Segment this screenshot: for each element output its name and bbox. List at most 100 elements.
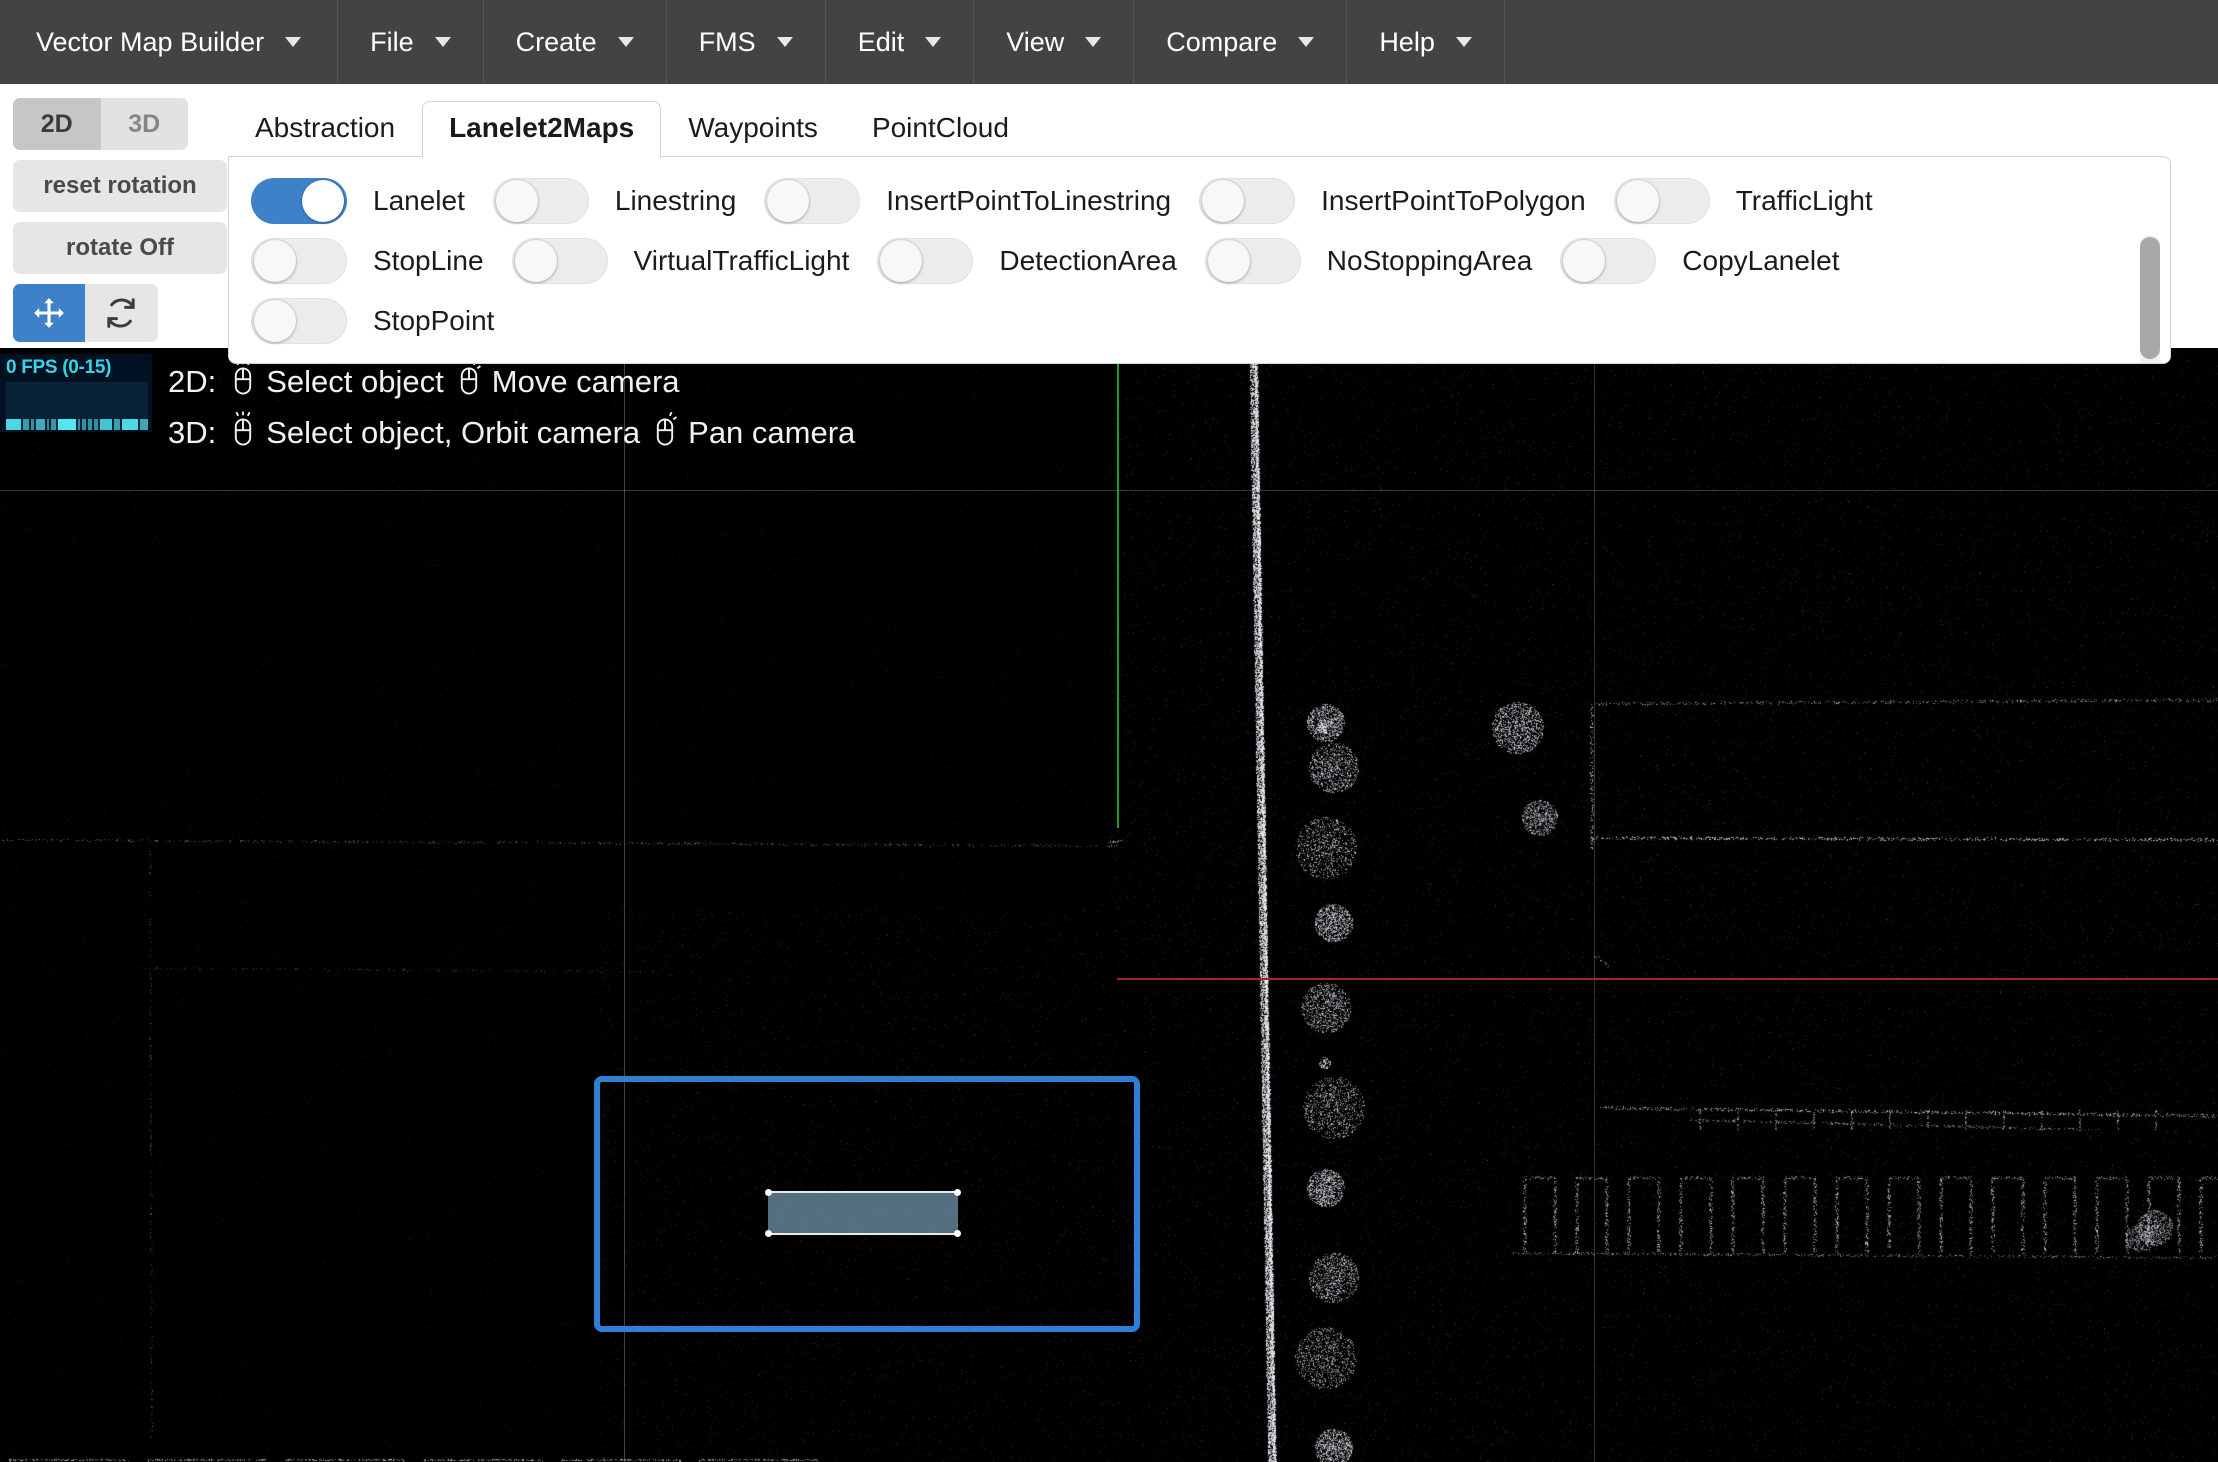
menu-item-label: Help: [1379, 26, 1435, 57]
tool-strip: 2D 3D reset rotation rotate Off Abstract…: [0, 84, 2218, 364]
help-action-label: Move camera: [491, 363, 680, 399]
toggle-switch[interactable]: [251, 178, 347, 224]
toggle-knob: [1207, 240, 1250, 282]
fps-graph: [6, 382, 148, 430]
toggle-label: DetectionArea: [999, 245, 1177, 276]
toggle-lanelet[interactable]: Lanelet: [251, 178, 493, 224]
vertex-handle[interactable]: [954, 1189, 961, 1196]
toggle-label: InsertPointToLinestring: [886, 185, 1172, 216]
toggle-switch[interactable]: [877, 238, 974, 284]
left-control-column: 2D 3D reset rotation rotate Off: [13, 98, 227, 342]
menu-item-label: File: [370, 26, 414, 57]
toggle-switch[interactable]: [1204, 238, 1301, 284]
toggle-knob: [880, 240, 923, 282]
pointcloud-viewport[interactable]: 0 FPS (0-15) 2D: Select object Move came…: [0, 348, 2218, 1462]
chevron-down-icon: [434, 37, 451, 47]
tab-abstraction[interactable]: Abstraction: [228, 101, 422, 158]
rotate-toggle-button[interactable]: rotate Off: [13, 222, 227, 274]
scrollbar-thumb[interactable]: [2140, 237, 2160, 359]
toggle-switch[interactable]: [511, 238, 608, 284]
fps-widget: 0 FPS (0-15): [0, 354, 152, 432]
toggle-knob: [302, 180, 344, 222]
menu-item-create[interactable]: Create: [484, 0, 667, 84]
axis-line-x-red: [1117, 978, 2218, 980]
move-arrows-icon: [32, 296, 66, 330]
fps-label: 0 FPS (0-15): [6, 357, 112, 378]
help-action-label: Pan camera: [688, 414, 856, 450]
vertex-handle[interactable]: [765, 1189, 772, 1196]
vertex-handle[interactable]: [954, 1230, 961, 1237]
toggle-knob: [767, 180, 810, 222]
menu-item-file[interactable]: File: [338, 0, 484, 84]
move-tool-button[interactable]: [13, 284, 85, 342]
view-mode-3d-button[interactable]: 3D: [100, 98, 188, 150]
menu-bar: Vector Map Builder File Create FMS Edit …: [0, 0, 2218, 84]
toggle-switch[interactable]: [1560, 238, 1657, 284]
view-mode-segmented-control[interactable]: 2D 3D: [13, 98, 188, 150]
toggle-panel-scrollbar[interactable]: [2140, 235, 2160, 363]
menu-item-help[interactable]: Help: [1347, 0, 1505, 84]
mouse-left-click-icon: [228, 411, 258, 455]
toggle-switch[interactable]: [492, 178, 589, 224]
toggle-switch[interactable]: [251, 238, 347, 284]
tab-pointcloud[interactable]: PointCloud: [845, 101, 1036, 158]
lanelet-polygon[interactable]: [765, 1189, 961, 1237]
chevron-down-icon: [1085, 37, 1102, 47]
menu-item-label: Vector Map Builder: [36, 26, 265, 57]
grid-line-horizontal: [0, 490, 2218, 491]
toggle-stop-point[interactable]: StopPoint: [251, 298, 522, 344]
reset-rotation-button[interactable]: reset rotation: [13, 160, 227, 212]
toggle-row: StopLine VirtualTrafficLight DetectionAr…: [251, 231, 2170, 291]
menu-item-label: Compare: [1166, 26, 1278, 57]
menu-item-vector-map-builder[interactable]: Vector Map Builder: [0, 0, 339, 84]
toggle-label: StopPoint: [373, 305, 495, 336]
toggle-copy-lanelet[interactable]: CopyLanelet: [1560, 238, 1867, 284]
toggle-label: VirtualTrafficLight: [633, 245, 850, 276]
toggle-label: Lanelet: [373, 185, 465, 216]
menu-item-fms[interactable]: FMS: [667, 0, 826, 84]
view-mode-2d-button[interactable]: 2D: [13, 98, 101, 150]
toggle-label: Linestring: [614, 185, 737, 216]
chevron-down-icon: [617, 37, 634, 47]
toggle-switch[interactable]: [251, 298, 347, 344]
toggle-knob: [1616, 180, 1659, 222]
toggle-stop-line[interactable]: StopLine: [251, 238, 512, 284]
toggle-no-stopping-area[interactable]: NoStoppingArea: [1204, 238, 1560, 284]
chevron-down-icon: [1455, 37, 1472, 47]
refresh-icon: [104, 296, 138, 330]
toggle-detection-area[interactable]: DetectionArea: [877, 238, 1204, 284]
menu-item-view[interactable]: View: [974, 0, 1135, 84]
toggle-row: StopPoint: [251, 291, 2170, 351]
help-prefix: 3D:: [168, 414, 217, 450]
toggle-switch[interactable]: [764, 178, 861, 224]
tab-lanelet2maps[interactable]: Lanelet2Maps: [422, 101, 662, 158]
vector-map-builder-app: Vector Map Builder File Create FMS Edit …: [0, 0, 2218, 1462]
toggle-virtual-traffic-light[interactable]: VirtualTrafficLight: [511, 238, 878, 284]
help-action-label: Select object: [266, 363, 444, 399]
toggle-insert-point-to-linestring[interactable]: InsertPointToLinestring: [764, 178, 1199, 224]
toggle-knob: [514, 240, 557, 282]
camera-help-overlay: 2D: Select object Move camera 3D: Select…: [168, 356, 865, 458]
menu-item-compare[interactable]: Compare: [1134, 0, 1348, 84]
toggle-row: Lanelet Linestring InsertPointToLinestri…: [251, 171, 2170, 231]
toggle-switch[interactable]: [1199, 178, 1296, 224]
tab-waypoints[interactable]: Waypoints: [661, 101, 845, 158]
toggle-label: InsertPointToPolygon: [1321, 185, 1586, 216]
menu-item-edit[interactable]: Edit: [826, 0, 975, 84]
toggle-knob: [254, 240, 296, 282]
chevron-down-icon: [925, 37, 942, 47]
grid-line-vertical: [1594, 348, 1595, 1462]
toggle-label: StopLine: [373, 245, 484, 276]
toggle-traffic-light[interactable]: TrafficLight: [1613, 178, 1901, 224]
menu-item-label: View: [1006, 26, 1065, 57]
refresh-tool-button[interactable]: [85, 284, 157, 342]
help-action-label: Select object, Orbit camera: [266, 414, 641, 450]
help-prefix: 2D:: [168, 363, 217, 399]
toggle-switch[interactable]: [1613, 178, 1710, 224]
mouse-right-click-icon: [650, 411, 680, 455]
toggle-knob: [1563, 240, 1606, 282]
toggle-linestring[interactable]: Linestring: [492, 178, 764, 224]
vertex-handle[interactable]: [765, 1230, 772, 1237]
toggle-insert-point-to-polygon[interactable]: InsertPointToPolygon: [1199, 178, 1614, 224]
toggle-label: CopyLanelet: [1682, 245, 1840, 276]
